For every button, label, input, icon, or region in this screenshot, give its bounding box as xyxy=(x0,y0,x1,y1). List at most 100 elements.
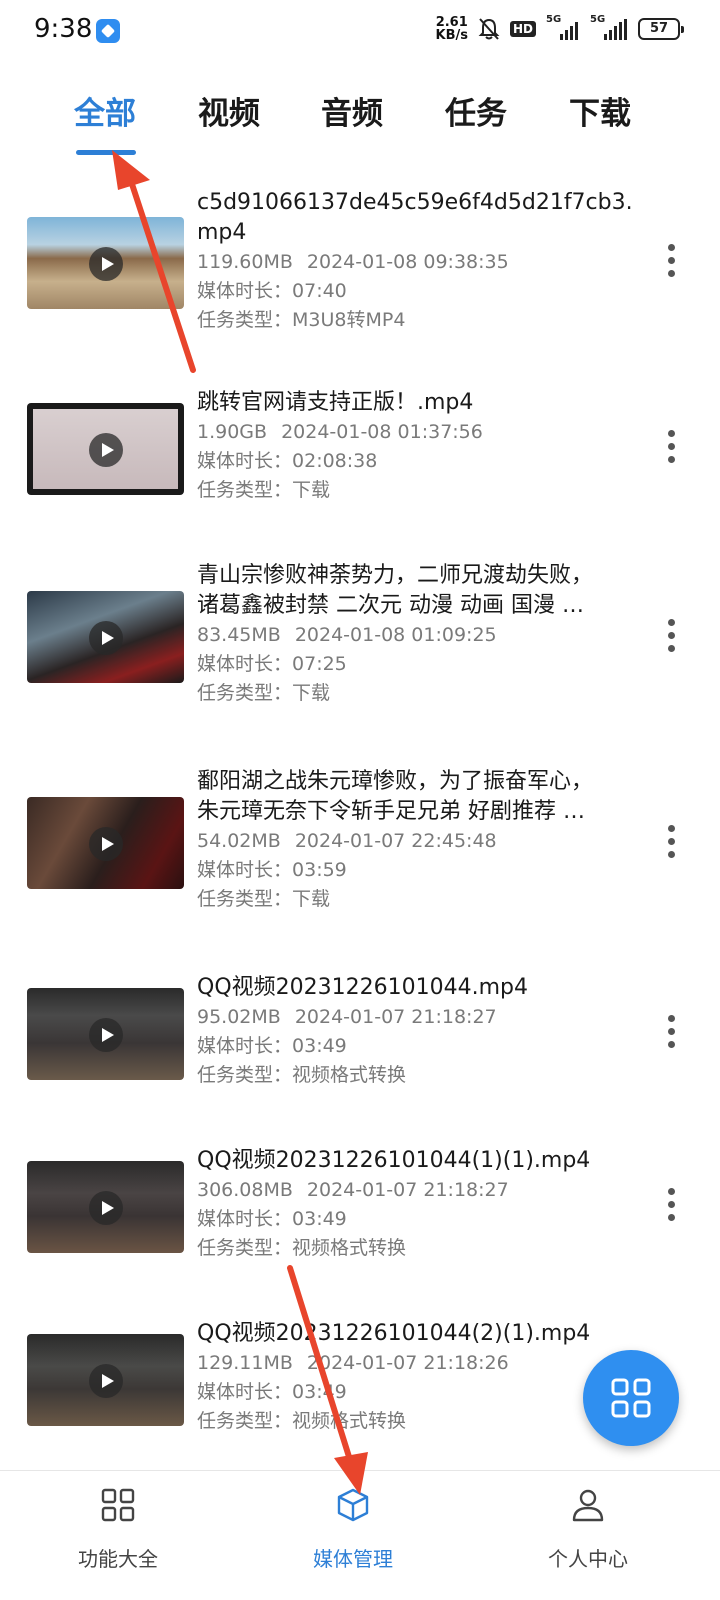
more-options-icon[interactable] xyxy=(668,430,676,464)
media-title: QQ视频20231226101044(2)(1).mp4 xyxy=(197,1321,591,1346)
media-info: 跳转官网请支持正版！.mp4 1.90GB 2024-01-08 01:37:56… xyxy=(197,388,647,505)
more-options-icon[interactable] xyxy=(668,619,676,653)
list-item[interactable]: 跳转官网请支持正版！.mp4 1.90GB 2024-01-08 01:37:56… xyxy=(0,388,720,558)
video-thumbnail[interactable] xyxy=(27,1161,184,1253)
status-indicators: 2.61 KB/s HD 5G 5G 57 xyxy=(435,14,684,43)
file-datetime: 2024-01-07 22:45:48 xyxy=(294,830,497,852)
app-notification-icon xyxy=(96,19,120,43)
task-type-label: 任务类型： xyxy=(197,888,293,910)
file-size: 54.02MB xyxy=(197,830,281,852)
task-type-value: 下载 xyxy=(292,888,331,910)
duration-label: 媒体时长： xyxy=(197,1381,293,1403)
list-item[interactable]: QQ视频20231226101044(1)(1).mp4 306.08MB 202… xyxy=(0,1146,720,1316)
grid-icon xyxy=(611,1378,651,1418)
list-item[interactable]: c5d91066137de45c59e6f4d5d21f7cb3. mp4 11… xyxy=(0,182,720,352)
bottom-nav: 功能大全 媒体管理 个人中心 xyxy=(0,1470,720,1600)
play-icon xyxy=(89,247,123,281)
nav-item-features[interactable]: 功能大全 xyxy=(18,1487,218,1572)
media-title-line2: 诸葛鑫被封禁 二次元 动漫 动画 国漫 … xyxy=(197,593,584,618)
media-tabs: 全部 视频 音频 任务 下载 xyxy=(0,78,720,158)
task-type-label: 任务类型： xyxy=(197,479,293,501)
list-item[interactable]: QQ视频20231226101044.mp4 95.02MB 2024-01-07… xyxy=(0,973,720,1143)
task-type-label: 任务类型： xyxy=(197,1064,293,1086)
duration-value: 02:08:38 xyxy=(292,450,378,472)
task-type-value: 视频格式转换 xyxy=(292,1064,407,1086)
duration-label: 媒体时长： xyxy=(197,450,293,472)
media-title-line2: 朱元璋无奈下令斩手足兄弟 好剧推荐 … xyxy=(197,799,585,824)
file-datetime: 2024-01-08 01:09:25 xyxy=(294,624,497,646)
file-datetime: 2024-01-08 09:38:35 xyxy=(306,251,509,273)
video-thumbnail[interactable] xyxy=(27,403,184,495)
media-title: QQ视频20231226101044(1)(1).mp4 xyxy=(197,1148,591,1173)
signal-1-label: 5G xyxy=(546,14,562,25)
tab-download[interactable]: 下载 xyxy=(550,88,650,133)
grid-icon xyxy=(101,1488,135,1522)
task-type-value: 下载 xyxy=(292,479,331,501)
play-icon xyxy=(89,1018,123,1052)
list-item[interactable]: 青山宗惨败神荼势力，二师兄渡劫失败， 诸葛鑫被封禁 二次元 动漫 动画 国漫 …… xyxy=(0,561,720,731)
duration-value: 07:25 xyxy=(292,653,347,675)
media-title: 青山宗惨败神荼势力，二师兄渡劫失败， xyxy=(197,563,594,588)
duration-value: 03:49 xyxy=(292,1381,347,1403)
media-info: 青山宗惨败神荼势力，二师兄渡劫失败， 诸葛鑫被封禁 二次元 动漫 动画 国漫 …… xyxy=(197,561,647,708)
task-type-value: M3U8转MP4 xyxy=(292,309,406,331)
media-title: c5d91066137de45c59e6f4d5d21f7cb3. xyxy=(197,190,633,215)
media-info: 鄱阳湖之战朱元璋惨败，为了振奋军心， 朱元璋无奈下令斩手足兄弟 好剧推荐 … 5… xyxy=(197,767,647,914)
media-info: c5d91066137de45c59e6f4d5d21f7cb3. mp4 11… xyxy=(197,188,647,335)
signal-1-icon: 5G xyxy=(546,14,580,40)
file-datetime: 2024-01-07 21:18:27 xyxy=(294,1006,497,1028)
task-type-value: 下载 xyxy=(292,682,331,704)
tab-video[interactable]: 视频 xyxy=(179,88,279,133)
play-icon xyxy=(89,1364,123,1398)
task-type-value: 视频格式转换 xyxy=(292,1410,407,1432)
battery-icon: 57 xyxy=(638,18,684,40)
file-size: 83.45MB xyxy=(197,624,281,646)
play-icon xyxy=(89,621,123,655)
hd-badge: HD xyxy=(509,21,536,37)
duration-label: 媒体时长： xyxy=(197,1035,293,1057)
file-size: 306.08MB xyxy=(197,1179,293,1201)
video-thumbnail[interactable] xyxy=(27,1334,184,1426)
signal-2-icon: 5G xyxy=(590,14,628,40)
duration-label: 媒体时长： xyxy=(197,1208,293,1230)
task-type-label: 任务类型： xyxy=(197,309,293,331)
tab-task[interactable]: 任务 xyxy=(426,88,526,133)
bell-muted-icon xyxy=(478,18,500,40)
duration-label: 媒体时长： xyxy=(197,859,293,881)
status-bar: 9:38 2.61 KB/s HD 5G 5G 57 xyxy=(0,0,720,62)
cube-icon xyxy=(337,1488,369,1522)
more-options-icon[interactable] xyxy=(668,1015,676,1049)
nav-item-profile[interactable]: 个人中心 xyxy=(488,1487,688,1572)
duration-value: 03:49 xyxy=(292,1208,347,1230)
duration-value: 03:49 xyxy=(292,1035,347,1057)
more-options-icon[interactable] xyxy=(668,244,676,278)
play-icon xyxy=(89,1191,123,1225)
media-info: QQ视频20231226101044(2)(1).mp4 129.11MB 202… xyxy=(197,1319,647,1436)
tab-audio[interactable]: 音频 xyxy=(302,88,402,133)
nav-label: 个人中心 xyxy=(548,1547,628,1571)
net-speed-unit: KB/s xyxy=(435,28,468,43)
duration-value: 07:40 xyxy=(292,280,347,302)
tab-all[interactable]: 全部 xyxy=(55,88,155,133)
nav-item-media[interactable]: 媒体管理 xyxy=(253,1487,453,1572)
more-options-icon[interactable] xyxy=(668,825,676,859)
floating-menu-button[interactable] xyxy=(583,1350,679,1446)
more-options-icon[interactable] xyxy=(668,1188,676,1222)
video-thumbnail[interactable] xyxy=(27,591,184,683)
person-icon xyxy=(572,1489,604,1522)
file-size: 1.90GB xyxy=(197,421,268,443)
media-title: 鄱阳湖之战朱元璋惨败，为了振奋军心， xyxy=(197,769,594,794)
list-item[interactable]: 鄱阳湖之战朱元璋惨败，为了振奋军心， 朱元璋无奈下令斩手足兄弟 好剧推荐 … 5… xyxy=(0,767,720,937)
video-thumbnail[interactable] xyxy=(27,797,184,889)
file-size: 129.11MB xyxy=(197,1352,293,1374)
nav-label: 媒体管理 xyxy=(313,1547,393,1571)
duration-label: 媒体时长： xyxy=(197,280,293,302)
video-thumbnail[interactable] xyxy=(27,217,184,309)
play-icon xyxy=(89,827,123,861)
media-title: 跳转官网请支持正版！.mp4 xyxy=(197,390,474,415)
task-type-value: 视频格式转换 xyxy=(292,1237,407,1259)
video-thumbnail[interactable] xyxy=(27,988,184,1080)
file-datetime: 2024-01-08 01:37:56 xyxy=(281,421,483,443)
active-tab-indicator xyxy=(76,150,136,155)
media-info: QQ视频20231226101044(1)(1).mp4 306.08MB 202… xyxy=(197,1146,647,1263)
